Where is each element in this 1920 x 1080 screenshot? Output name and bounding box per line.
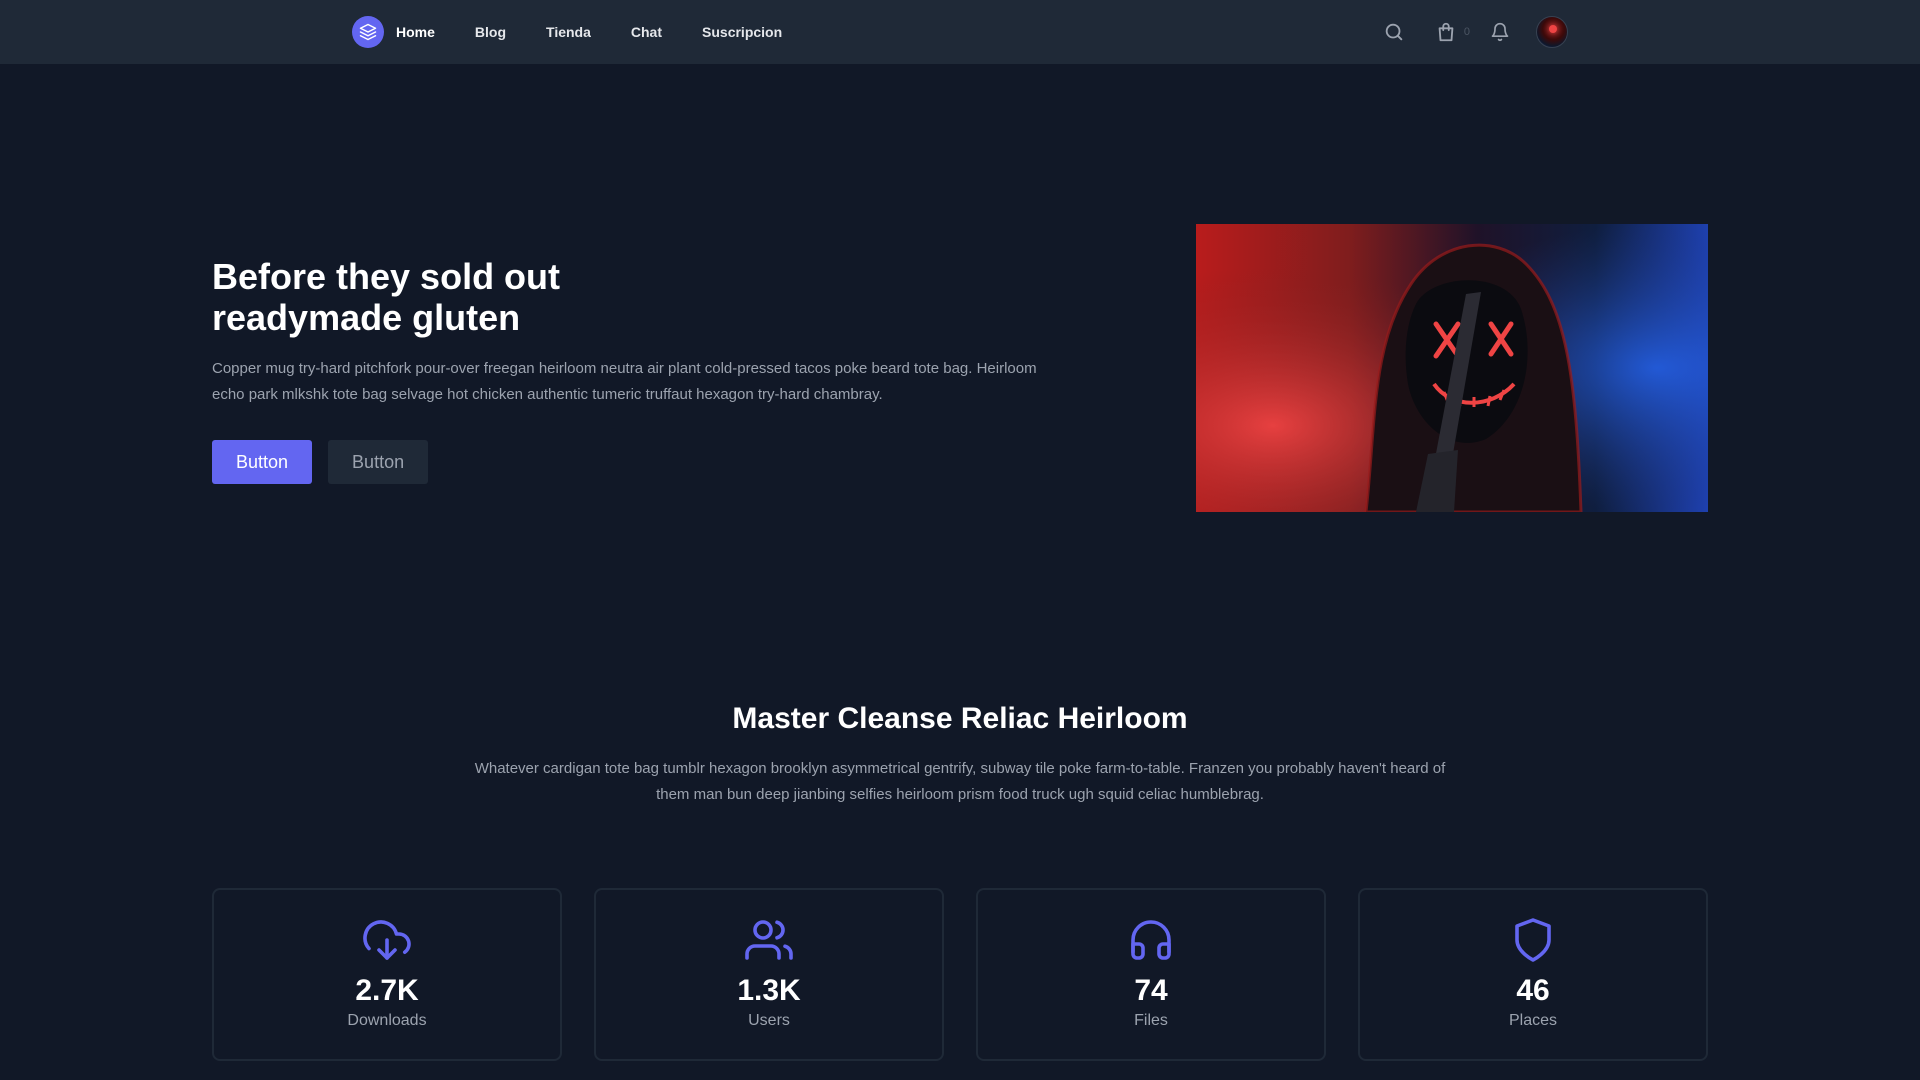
hero-buttons: Button Button — [212, 440, 1072, 484]
nav-link-blog[interactable]: Blog — [475, 24, 506, 40]
stats-grid: 2.7K Downloads 1.3K Users 74 Files 46 Pl… — [212, 888, 1708, 1061]
stat-label: Users — [748, 1012, 790, 1029]
shopping-bag-icon — [1434, 20, 1458, 44]
stat-label: Downloads — [347, 1012, 427, 1029]
primary-button[interactable]: Button — [212, 440, 313, 484]
cart-count-badge: 0 — [1463, 26, 1470, 38]
hero-section: Before they sold out readymade gluten Co… — [212, 256, 1072, 484]
stat-card-files: 74 Files — [976, 888, 1326, 1061]
stat-label: Files — [1134, 1012, 1168, 1029]
hero-image — [1196, 224, 1708, 512]
cloud-download-icon — [363, 920, 411, 960]
bell-icon[interactable] — [1488, 20, 1512, 44]
stat-value: 46 — [1516, 974, 1550, 1007]
avatar[interactable] — [1536, 16, 1568, 48]
users-icon — [745, 920, 793, 960]
secondary-button[interactable]: Button — [328, 440, 429, 484]
stat-label: Places — [1508, 1012, 1558, 1029]
nav-left-group: Home Blog Tienda Chat Suscripcion — [352, 16, 822, 48]
stat-value: 1.3K — [737, 974, 801, 1007]
layers-logo-icon[interactable] — [352, 16, 384, 48]
nav-link-home[interactable]: Home — [396, 24, 435, 40]
hero-image-illustration — [1196, 224, 1708, 512]
hero-title: Before they sold out readymade gluten — [212, 256, 561, 338]
nav-link-tienda[interactable]: Tienda — [546, 24, 591, 40]
nav-right-group: 0 — [1382, 16, 1568, 48]
nav-link-chat[interactable]: Chat — [631, 24, 662, 40]
shield-icon — [1515, 918, 1551, 962]
stat-card-downloads: 2.7K Downloads — [212, 888, 562, 1061]
top-navbar: Home Blog Tienda Chat Suscripcion 0 — [0, 0, 1920, 64]
section-title: Master Cleanse Reliac Heirloom — [732, 702, 1188, 735]
headphones-icon — [1131, 920, 1171, 960]
navbar-inner: Home Blog Tienda Chat Suscripcion 0 — [352, 0, 1568, 64]
search-icon[interactable] — [1382, 20, 1406, 44]
cart-button[interactable]: 0 — [1434, 20, 1470, 44]
stat-card-places: 46 Places — [1358, 888, 1708, 1061]
stat-card-users: 1.3K Users — [594, 888, 944, 1061]
stat-value: 74 — [1134, 974, 1168, 1007]
hero-description: Copper mug try-hard pitchfork pour-over … — [212, 360, 1037, 403]
nav-link-suscripcion[interactable]: Suscripcion — [702, 24, 782, 40]
stat-value: 2.7K — [355, 974, 419, 1007]
section-description: Whatever cardigan tote bag tumblr hexago… — [474, 760, 1446, 803]
